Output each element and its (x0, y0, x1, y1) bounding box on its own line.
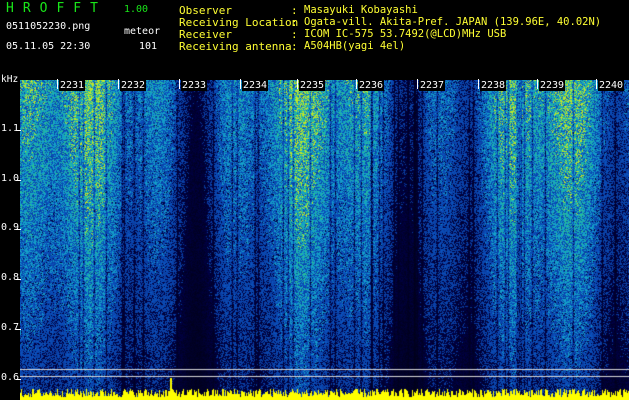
time-label: 2240 (598, 80, 625, 91)
time-label: 2231 (59, 80, 86, 91)
y-tick-label: 0.9 (1, 222, 20, 233)
y-tick-mark (16, 180, 21, 181)
app-title: HROFFT (6, 1, 107, 16)
y-tick-label: 1.1 (1, 123, 20, 134)
time-tick-mark (118, 79, 119, 89)
time-tick-mark (179, 79, 180, 89)
time-tick-mark (297, 79, 298, 89)
y-tick-mark (16, 279, 21, 280)
y-tick-mark (16, 130, 21, 131)
time-tick-mark (537, 79, 538, 89)
time-label: 2235 (299, 80, 326, 91)
time-label: 2238 (480, 80, 507, 91)
spectrogram-area (20, 80, 629, 400)
y-tick-mark (16, 329, 21, 330)
y-tick-label: 1.0 (1, 173, 20, 184)
time-label: 2234 (242, 80, 269, 91)
hrofft-window: HROFFT 1.00 0511052230.png meteor 05.11.… (0, 0, 629, 400)
detection-count: 101 (139, 41, 158, 52)
time-label: 2232 (120, 80, 147, 91)
time-tick-mark (417, 79, 418, 89)
frequency-unit-label: kHz (1, 74, 19, 85)
y-tick-mark (16, 229, 21, 230)
time-tick-mark (240, 79, 241, 89)
time-tick-mark (356, 79, 357, 89)
file-name: 0511052230.png (6, 21, 91, 32)
time-tick-mark (57, 79, 58, 89)
y-tick-label: 0.7 (1, 322, 20, 333)
y-tick-label: 0.8 (1, 272, 20, 283)
app-version: 1.00 (124, 4, 149, 15)
timestamp: 05.11.05 22:30 (6, 41, 91, 52)
y-tick-label: 0.6 (1, 372, 20, 383)
time-tick-mark (478, 79, 479, 89)
antenna-label: Receiving antenna (179, 40, 292, 53)
time-label: 2236 (358, 80, 385, 91)
time-label: 2237 (419, 80, 446, 91)
time-label: 2239 (539, 80, 566, 91)
time-tick-mark (596, 79, 597, 89)
antenna-colon: : (291, 40, 298, 53)
y-tick-mark (16, 379, 21, 380)
time-label: 2233 (181, 80, 208, 91)
mode-label: meteor (124, 26, 161, 37)
antenna-value: A504HB(yagi 4el) (304, 40, 406, 52)
spectrogram-canvas (20, 80, 629, 400)
